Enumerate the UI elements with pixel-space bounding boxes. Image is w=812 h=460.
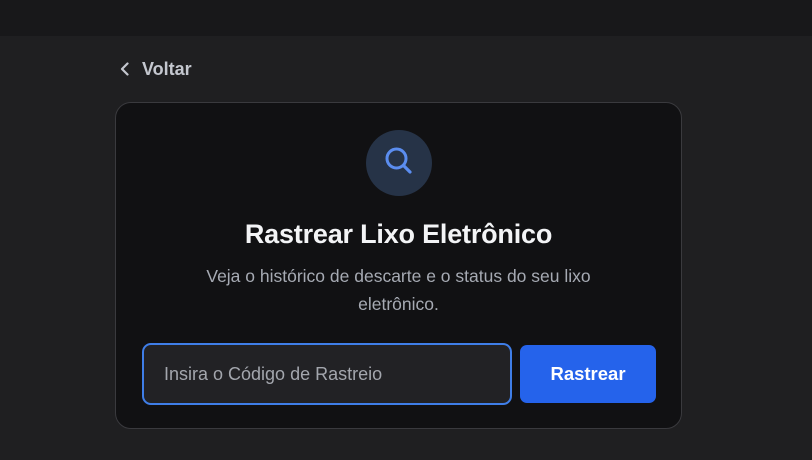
back-link-label: Voltar <box>142 58 192 79</box>
search-icon-badge <box>366 130 432 196</box>
tracking-card: Rastrear Lixo Eletrônico Veja o históric… <box>115 102 682 429</box>
page-title: Rastrear Lixo Eletrônico <box>244 219 553 249</box>
top-bar <box>0 0 812 36</box>
back-link[interactable]: Voltar <box>118 57 192 81</box>
tracking-code-input[interactable] <box>142 343 512 405</box>
track-button[interactable]: Rastrear <box>520 345 656 403</box>
chevron-left-icon <box>118 60 132 78</box>
page-subtitle: Veja o histórico de descarte e o status … <box>206 266 591 314</box>
search-icon <box>381 143 417 184</box>
